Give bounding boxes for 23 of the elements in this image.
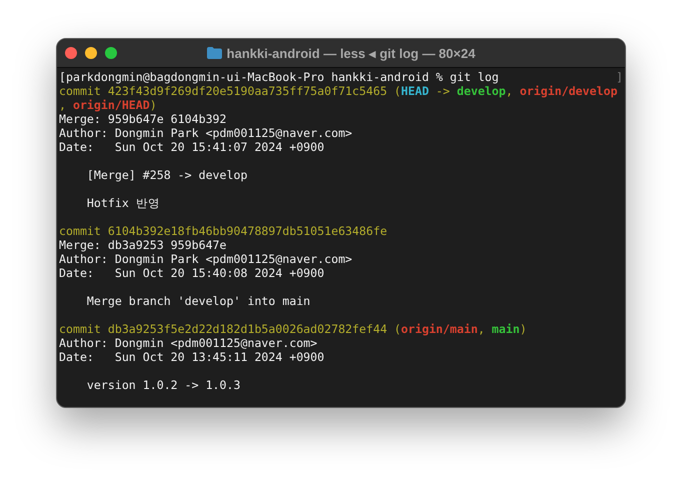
- terminal-line: Author: Dongmin <pdm001125@naver.com>: [59, 336, 318, 350]
- terminal-line: Date: Sun Oct 20 13:45:11 2024 +0900: [59, 350, 326, 364]
- terminal-line: Merge: db3a9253 959b647e: [59, 238, 228, 252]
- terminal-line: [parkdongmin@bagdongmin-ui-MacBook-Pro hankki-android % git log: [59, 70, 499, 84]
- zoom-button[interactable]: [105, 47, 117, 59]
- line-edge-mark: ]: [616, 70, 623, 84]
- terminal-line: Merge: 959b647e 6104b392: [59, 112, 228, 126]
- terminal-line: commit db3a9253f5e2d22d182d1b5a0026ad02782fef44 (origin/main, main): [59, 322, 528, 336]
- minimize-button[interactable]: [85, 47, 97, 59]
- terminal-line: Merge branch 'develop' into main: [86, 294, 312, 308]
- terminal-line: commit 6104b392e18fb46bb90478897db51051e63486fe: [59, 224, 388, 238]
- window-title: hankki-android — less ◂ git log — 80×24: [226, 46, 476, 60]
- folder-icon: [206, 47, 222, 59]
- terminal-line: version 1.0.2 -> 1.0.3: [86, 378, 242, 392]
- terminal-line: [Merge] #258 -> develop: [86, 168, 248, 182]
- close-button[interactable]: [65, 47, 77, 59]
- terminal-line: Date: Sun Oct 20 15:41:07 2024 +0900: [59, 140, 326, 154]
- terminal-line: Author: Dongmin Park <pdm001125@naver.com>: [59, 126, 354, 140]
- terminal-line: , origin/HEAD): [59, 98, 158, 112]
- terminal-line: Author: Dongmin Park <pdm001125@naver.com>: [59, 252, 354, 266]
- terminal-line: Date: Sun Oct 20 15:40:08 2024 +0900: [59, 266, 326, 280]
- terminal-line: Hotfix 반영: [86, 196, 161, 210]
- terminal-line: commit 423f43d9f269df20e5190aa735ff75a0f71c5465 (HEAD -> develop, origin/develop: [59, 84, 618, 98]
